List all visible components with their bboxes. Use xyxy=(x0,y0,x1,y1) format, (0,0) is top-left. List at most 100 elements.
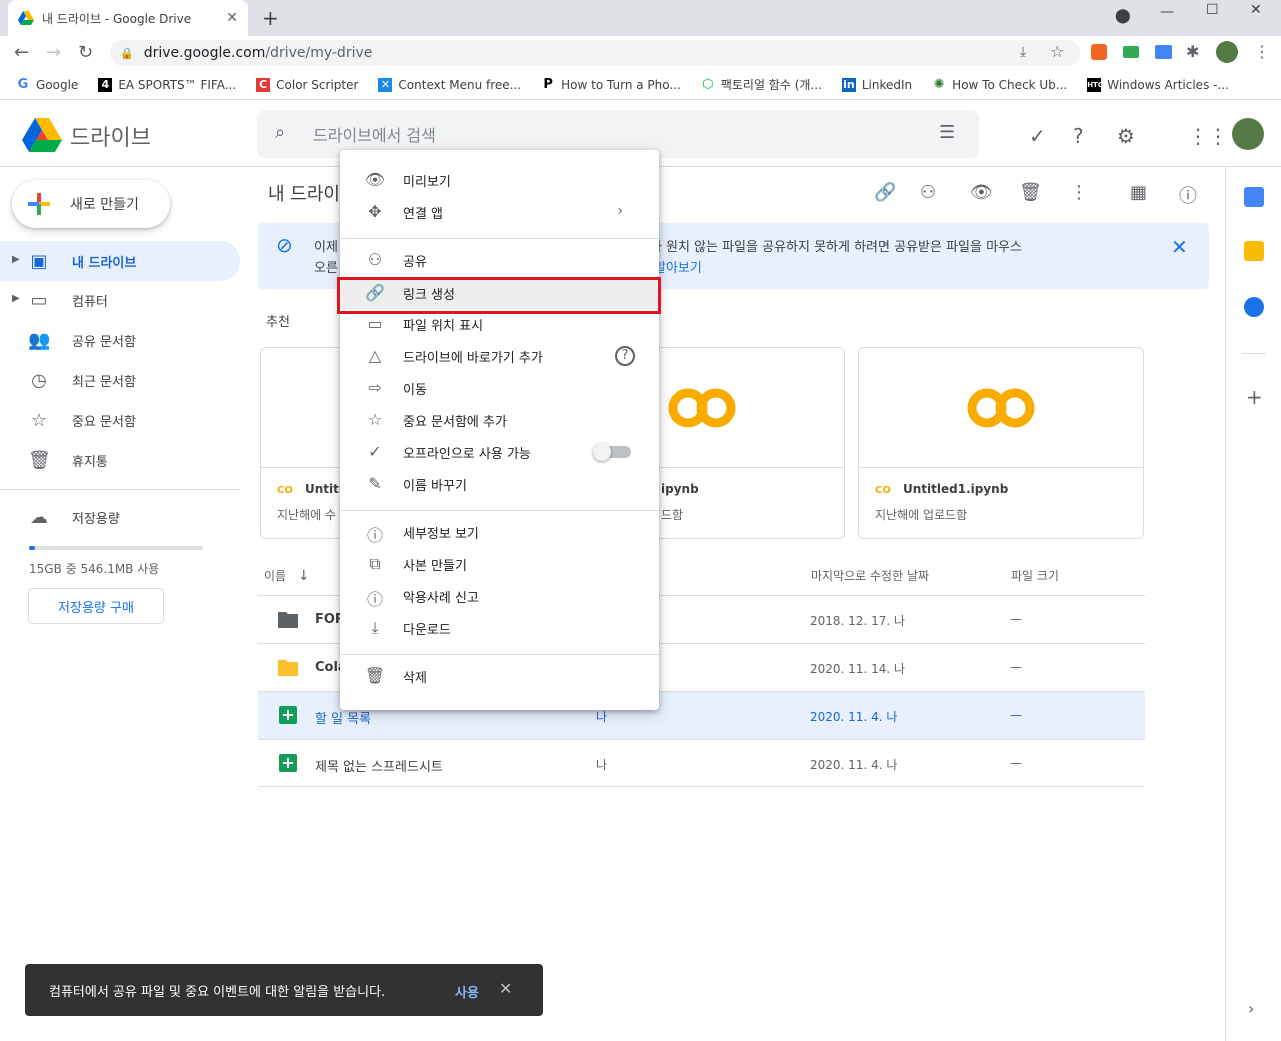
apps-grid-icon[interactable]: ⋮⋮ xyxy=(1188,124,1228,148)
bookmark-linkedin[interactable]: in LinkedIn xyxy=(841,77,912,92)
menu-item-add-shortcut[interactable]: △ 드라이브에 바로가기 추가? xyxy=(340,340,659,372)
folder-icon xyxy=(278,660,298,676)
bookmark-fifa[interactable]: 4 EA SPORTS™ FIFA... xyxy=(98,77,236,92)
url-path: /drive/my-drive xyxy=(265,45,373,61)
side-panel: + › xyxy=(1225,167,1281,1041)
help-icon[interactable]: ? xyxy=(1073,124,1084,148)
sidebar-item-starred[interactable]: ☆ 중요 문서함 xyxy=(0,400,240,440)
calendar-icon[interactable] xyxy=(1244,187,1264,207)
google-icon: G xyxy=(17,76,29,92)
menu-item-download[interactable]: ⤓ 다운로드 xyxy=(340,612,659,644)
sidebar-item-storage[interactable]: ☁ 저장용량 xyxy=(0,497,240,537)
browser-menu-icon[interactable]: ⋮ xyxy=(1254,42,1270,61)
sidebar-item-computers[interactable]: ▶ ▭ 컴퓨터 xyxy=(0,280,240,320)
add-addon-icon[interactable]: + xyxy=(1246,385,1263,409)
expand-caret-icon[interactable]: ▶ xyxy=(12,293,20,304)
offline-ready-icon[interactable]: ✓ xyxy=(1029,124,1046,148)
page-title[interactable]: 내 드라이 xyxy=(268,180,340,206)
install-icon[interactable]: ⤓ xyxy=(1020,44,1026,60)
submenu-chevron-icon: › xyxy=(617,203,623,219)
toast-enable-button[interactable]: 사용 xyxy=(455,982,479,1001)
extension-2-icon[interactable] xyxy=(1123,46,1139,58)
menu-item-move[interactable]: ⇨ 이동 xyxy=(340,372,659,404)
context-menu-icon: ✕ xyxy=(378,77,393,92)
bookmark-color-scripter[interactable]: C Color Scripter xyxy=(256,77,358,92)
sidebar-item-my-drive[interactable]: ▶ ▣ 내 드라이브 xyxy=(0,241,240,281)
bookmark-factorial[interactable]: ⬡ 팩토리얼 함수 (개... xyxy=(701,76,822,93)
address-bar[interactable]: 🔒 drive.google.com/drive/my-drive xyxy=(110,40,1080,66)
help-circle-icon[interactable]: ? xyxy=(615,346,635,366)
report-icon: ⓘ xyxy=(366,590,383,609)
maximize-icon[interactable]: ☐ xyxy=(1206,2,1219,18)
share-icon[interactable]: ⚇ xyxy=(920,182,936,203)
column-header-size[interactable]: 파일 크기 xyxy=(1011,567,1059,584)
grid-view-icon[interactable]: ▦ xyxy=(1130,182,1147,203)
drive-icon: ▣ xyxy=(30,251,48,272)
app-name[interactable]: 드라이브 xyxy=(70,120,151,152)
profile-avatar-icon[interactable] xyxy=(1216,41,1238,63)
sidebar-item-trash[interactable]: 🗑 휴지통 xyxy=(0,440,240,480)
bookmark-windows-articles[interactable]: HTG Windows Articles -... xyxy=(1087,77,1229,92)
buy-storage-button[interactable]: 저장용량 구매 xyxy=(28,588,164,624)
browser-tab[interactable]: 내 드라이브 - Google Drive ✕ xyxy=(8,0,248,36)
menu-item-open-with[interactable]: ✥ 연결 앱 › xyxy=(340,196,659,228)
sort-arrow-icon[interactable]: ↓ xyxy=(298,568,310,584)
column-header-name[interactable]: 이름 ↓ xyxy=(264,567,310,584)
get-link-icon[interactable]: 🔗 xyxy=(874,182,896,203)
highlight-annotation-box xyxy=(337,277,661,314)
tasks-icon[interactable] xyxy=(1244,297,1264,317)
search-options-icon[interactable]: ☰ xyxy=(939,122,955,143)
menu-item-make-copy[interactable]: ⧉ 사본 만들기 xyxy=(340,548,659,580)
hide-panel-chevron-icon[interactable]: › xyxy=(1248,999,1254,1018)
storage-progress-bar xyxy=(29,546,203,550)
drive-favicon-icon xyxy=(18,11,34,25)
clock-icon: ◷ xyxy=(31,370,47,391)
bookmark-context-menu[interactable]: ✕ Context Menu free... xyxy=(378,77,521,92)
close-banner-icon[interactable]: ✕ xyxy=(1171,235,1188,259)
drive-logo-icon[interactable] xyxy=(22,118,62,152)
offline-toggle[interactable] xyxy=(593,443,631,461)
reload-icon[interactable]: ↻ xyxy=(78,42,93,63)
bookmark-how-to-check[interactable]: ✺ How To Check Ub... xyxy=(932,77,1067,92)
extension-1-icon[interactable] xyxy=(1091,44,1107,60)
delete-icon[interactable]: 🗑 xyxy=(1019,182,1042,203)
people-icon: 👥 xyxy=(28,330,51,351)
profile-dropdown-icon[interactable]: ⬤ xyxy=(1115,8,1131,24)
menu-item-share[interactable]: ⚇ 공유 xyxy=(340,244,659,276)
table-row[interactable]: 제목 없는 스프레드시트 나 2020. 11. 4. 나 — xyxy=(258,739,1145,787)
menu-item-add-starred[interactable]: ☆ 중요 문서함에 추가 xyxy=(340,404,659,436)
search-icon[interactable]: ⌕ xyxy=(275,122,285,143)
column-header-modified[interactable]: 마지막으로 수정한 날짜 xyxy=(811,567,929,584)
menu-item-preview[interactable]: 👁 미리보기 xyxy=(340,164,659,196)
sidebar-item-recent[interactable]: ◷ 최근 문서함 xyxy=(0,360,240,400)
menu-item-report-abuse[interactable]: ⓘ 악용사례 신고 xyxy=(340,580,659,612)
toast-close-icon[interactable]: ✕ xyxy=(499,979,512,998)
menu-item-rename[interactable]: ✎ 이름 바꾸기 xyxy=(340,468,659,500)
more-actions-icon[interactable]: ⋮ xyxy=(1070,182,1088,203)
bookmark-google[interactable]: G Google xyxy=(16,76,79,92)
keep-icon[interactable] xyxy=(1244,241,1264,261)
close-window-icon[interactable]: ✕ xyxy=(1250,2,1262,18)
back-icon[interactable]: ← xyxy=(14,42,29,63)
expand-caret-icon[interactable]: ▶ xyxy=(12,254,20,265)
menu-item-details[interactable]: ⓘ 세부정보 보기 xyxy=(340,516,659,548)
preview-eye-icon[interactable]: 👁 xyxy=(970,182,993,203)
suggested-file-card[interactable]: CO Untitled1.ipynb 지난해에 업로드함 xyxy=(858,347,1144,539)
copy-icon: ⧉ xyxy=(369,554,381,573)
extension-3-icon[interactable] xyxy=(1155,45,1172,59)
forward-icon[interactable]: → xyxy=(46,42,61,63)
cloud-icon: ☁ xyxy=(30,507,48,528)
bookmark-star-icon[interactable]: ☆ xyxy=(1050,42,1064,61)
settings-gear-icon[interactable]: ⚙ xyxy=(1117,124,1135,148)
tab-close-icon[interactable]: ✕ xyxy=(226,10,238,26)
new-tab-icon[interactable]: + xyxy=(262,6,279,30)
sidebar-item-shared[interactable]: 👥 공유 문서함 xyxy=(0,320,240,360)
extensions-puzzle-icon[interactable]: ✱ xyxy=(1186,42,1199,61)
toast-message: 컴퓨터에서 공유 파일 및 중요 이벤트에 대한 알림을 받습니다. xyxy=(49,984,386,1000)
menu-item-delete[interactable]: 🗑 삭제 xyxy=(340,660,659,692)
account-avatar[interactable] xyxy=(1232,118,1264,150)
bookmark-how-to-turn[interactable]: P How to Turn a Pho... xyxy=(541,77,680,92)
menu-item-available-offline[interactable]: ✓ 오프라인으로 사용 가능 xyxy=(340,436,659,468)
info-icon[interactable]: ⓘ xyxy=(1179,182,1197,208)
minimize-icon[interactable]: — xyxy=(1160,4,1174,20)
